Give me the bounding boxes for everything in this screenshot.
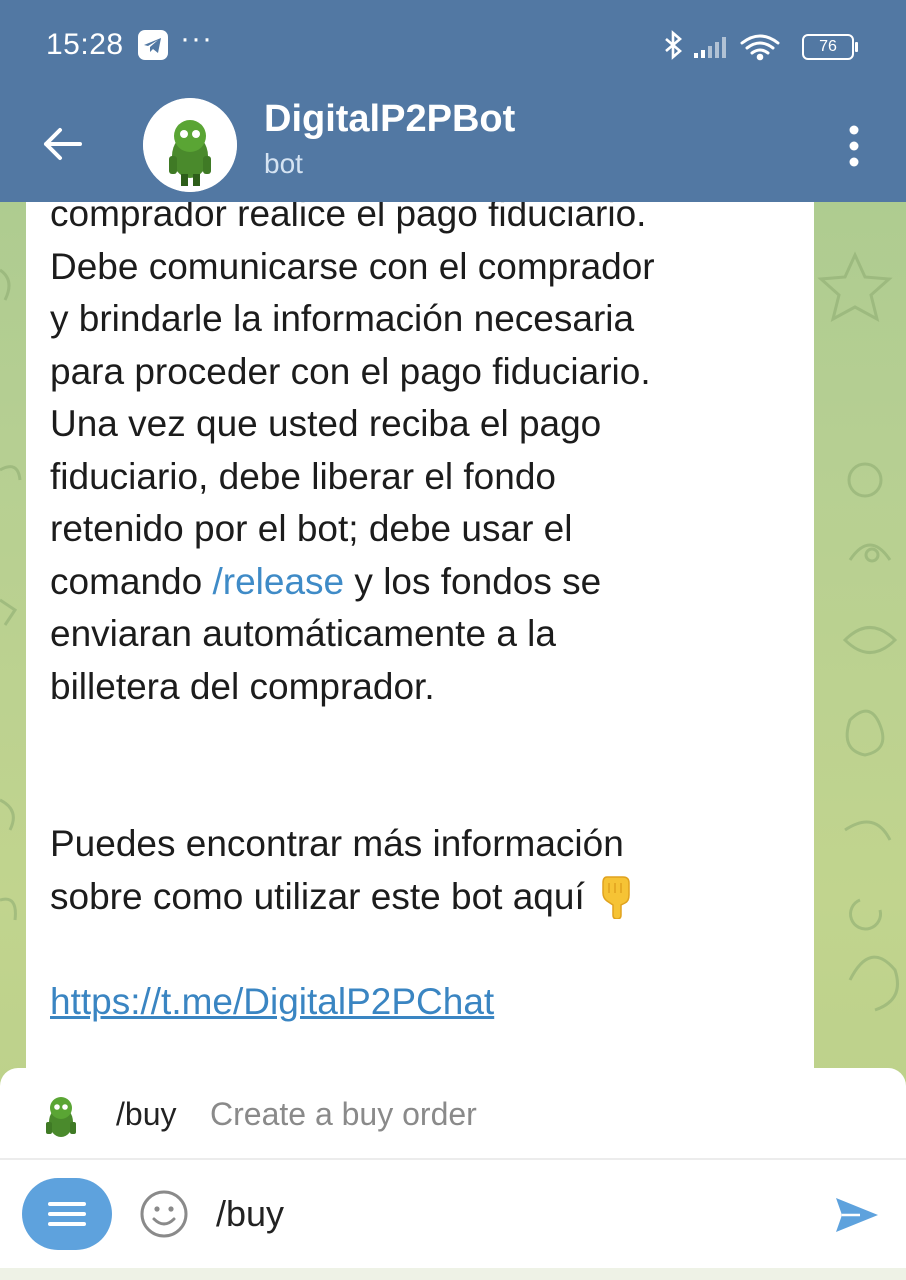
message-segment: y los fondos se enviaran automáticamente… bbox=[50, 560, 624, 917]
navigation-strip bbox=[0, 1268, 906, 1280]
telegram-notification-icon bbox=[138, 30, 168, 60]
more-options-icon[interactable] bbox=[838, 120, 870, 172]
chat-subtitle: bot bbox=[264, 148, 303, 179]
status-time: 15:28 bbox=[46, 28, 124, 61]
bot-avatar[interactable] bbox=[143, 98, 237, 192]
message-input[interactable] bbox=[216, 1188, 776, 1240]
pointing-down-hand-icon bbox=[595, 873, 635, 920]
send-icon[interactable] bbox=[832, 1190, 882, 1240]
battery-icon: 76 bbox=[802, 34, 858, 60]
back-arrow-icon[interactable] bbox=[36, 118, 88, 170]
suggestion-command: /buy bbox=[116, 1096, 177, 1132]
bot-avatar-small bbox=[30, 1082, 92, 1144]
bluetooth-icon bbox=[665, 30, 682, 60]
wifi-icon bbox=[740, 34, 780, 61]
chat-header: DigitalP2PBot bot bbox=[0, 90, 906, 202]
message-input-bar bbox=[0, 1160, 906, 1280]
suggestion-description: Create a buy order bbox=[210, 1096, 477, 1132]
signal-icon bbox=[694, 37, 726, 58]
chat-title: DigitalP2PBot bbox=[264, 98, 516, 140]
command-suggestion[interactable]: /buy Create a buy order bbox=[0, 1068, 906, 1158]
message-segment: comprador realice el pago fiduciario. De… bbox=[50, 193, 655, 602]
digitalp2p-chat-link[interactable]: https://t.me/DigitalP2PChat bbox=[50, 981, 494, 1022]
status-icons: 76 bbox=[660, 28, 860, 62]
more-notifications-icon: ··· bbox=[180, 22, 213, 55]
emoji-icon[interactable] bbox=[138, 1188, 190, 1240]
status-bar: 15:28 ··· 76 bbox=[0, 0, 906, 90]
message-text: comprador realice el pago fiduciario. De… bbox=[50, 188, 790, 1028]
release-command-link[interactable]: /release bbox=[213, 561, 345, 602]
bot-menu-button[interactable] bbox=[22, 1178, 112, 1250]
